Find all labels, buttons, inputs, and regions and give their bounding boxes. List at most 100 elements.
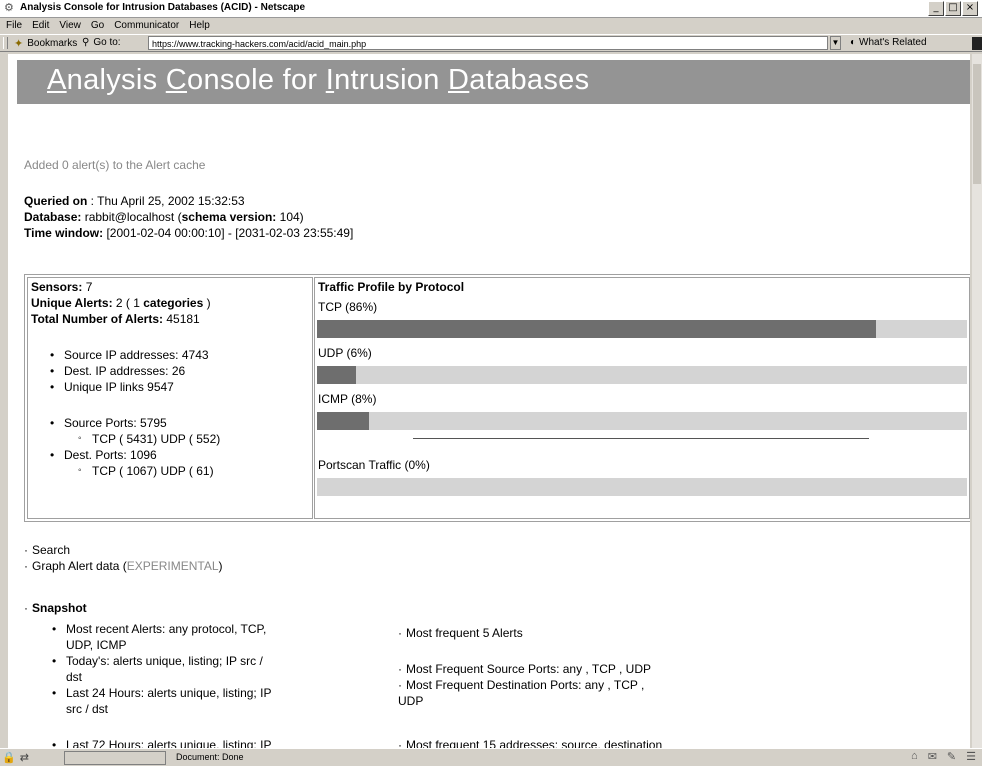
title-part: atabases — [469, 64, 590, 96]
url-dropdown-button[interactable]: ▼ — [830, 36, 841, 50]
address-book-icon[interactable]: ☰ — [966, 750, 976, 763]
schema-value: 104) — [276, 210, 304, 224]
source-ports-protocols[interactable]: TCP ( 5431) UDP ( 552) — [78, 432, 220, 446]
location-toolbar: ✦ Bookmarks ⚲ Go to: https://www.trackin… — [0, 34, 982, 52]
frequent-src-ports-link[interactable]: Most Frequent Source Ports: any , TCP , … — [406, 662, 651, 676]
graph-link-line: · Graph Alert data (EXPERIMENTAL) — [24, 559, 223, 573]
snapshot-today-cont[interactable]: dst — [66, 670, 82, 684]
frequent-addresses-line: · Most frequent 15 addresses: source, des… — [398, 738, 662, 748]
total-alerts-value: 45181 — [163, 312, 200, 326]
portscan-label[interactable]: Portscan Traffic (0%) — [318, 458, 430, 472]
toolbar-end-icon — [972, 37, 982, 50]
snapshot-heading: Snapshot — [32, 601, 87, 615]
categories-link[interactable]: categories — [143, 296, 203, 310]
progress-bar — [64, 751, 166, 765]
bookmarks-label: Bookmarks — [27, 38, 78, 49]
search-link[interactable]: Search — [32, 543, 70, 557]
bullet: · — [24, 601, 28, 615]
title-initial-a: A — [47, 64, 67, 96]
menu-view[interactable]: View — [59, 20, 81, 31]
database-line: Database: rabbit@localhost (schema versi… — [24, 210, 304, 224]
window-controls: _ □ × — [928, 1, 978, 16]
status-text: Document: Done — [176, 752, 244, 762]
mail-icon[interactable]: ✉ — [928, 750, 937, 763]
window-titlebar[interactable]: ⚙ Analysis Console for Intrusion Databas… — [0, 0, 982, 18]
netscape-icon: ⚙ — [4, 2, 14, 14]
dest-ports-link[interactable]: Dest. Ports: 1096 — [50, 448, 157, 462]
total-alerts-label: Total Number of Alerts: — [31, 312, 164, 326]
frequent-dst-ports-cont[interactable]: UDP — [398, 694, 423, 708]
window-left-border — [0, 54, 8, 748]
snapshot-last24[interactable]: Last 24 Hours: alerts unique, listing; I… — [52, 686, 271, 700]
udp-bar — [317, 366, 967, 384]
snapshot-most-recent-cont[interactable]: UDP, ICMP — [66, 638, 126, 652]
unique-alerts-close: ) — [203, 296, 211, 310]
snapshot-last24-cont[interactable]: src / dst — [66, 702, 108, 716]
menu-file[interactable]: File — [6, 20, 22, 31]
bookmarks-icon: ✦ — [14, 38, 24, 50]
maximize-button[interactable]: □ — [945, 1, 961, 16]
frequent-dst-ports-link[interactable]: Most Frequent Destination Ports: any , T… — [406, 678, 644, 692]
status-bar: 🔒 ⇄ Document: Done ⌂ ✉ ✎ ☰ — [0, 748, 982, 766]
source-ip-link[interactable]: Source IP addresses: 4743 — [50, 348, 209, 362]
unique-alerts-line[interactable]: Unique Alerts: 2 ( 1 categories ) — [31, 296, 211, 310]
scrollbar-thumb[interactable] — [973, 64, 981, 184]
unique-ip-links-link[interactable]: Unique IP links 9547 — [50, 380, 174, 394]
title-initial-i: I — [325, 64, 335, 96]
snapshot-most-recent[interactable]: Most recent Alerts: any protocol, TCP, — [52, 622, 266, 636]
snapshot-last72[interactable]: Last 72 Hours: alerts unique, listing; I… — [52, 738, 271, 748]
source-ports-link[interactable]: Source Ports: 5795 — [50, 416, 167, 430]
window-title: Analysis Console for Intrusion Databases… — [20, 2, 306, 13]
udp-bar-fill — [317, 366, 356, 384]
url-field[interactable]: https://www.tracking-hackers.com/acid/ac… — [148, 36, 828, 50]
location-icon: ⚲ — [82, 37, 90, 48]
whats-related-button[interactable]: ◐ What's Related — [850, 37, 927, 48]
queried-value: : Thu April 25, 2002 15:32:53 — [87, 194, 245, 208]
frequent-dst-ports-line: · Most Frequent Destination Ports: any , … — [398, 678, 644, 692]
schema-label: schema version: — [181, 210, 277, 224]
frequent-alerts-link[interactable]: Most frequent 5 Alerts — [406, 626, 523, 640]
page-banner: Analysis Console for Intrusion Databases — [17, 60, 970, 104]
total-alerts-line[interactable]: Total Number of Alerts: 45181 — [31, 312, 200, 326]
database-value: rabbit@localhost ( — [81, 210, 182, 224]
queried-on-line: Queried on : Thu April 25, 2002 15:32:53 — [24, 194, 245, 208]
sensors-value: 7 — [82, 280, 93, 294]
menu-help[interactable]: Help — [189, 20, 210, 31]
bookmarks-button[interactable]: ✦ Bookmarks — [14, 37, 77, 50]
status-icons-left: 🔒 ⇄ — [2, 751, 29, 764]
sensors-label: Sensors: — [31, 280, 83, 294]
page-viewport[interactable]: Analysis Console for Intrusion Databases… — [8, 54, 970, 748]
time-window-value: [2001-02-04 00:00:10] - [2031-02-03 23:5… — [103, 226, 354, 240]
graph-alert-link[interactable]: Graph Alert data — [32, 559, 119, 573]
bullet: · — [398, 626, 402, 640]
udp-label: UDP (6%) — [318, 346, 372, 360]
frequent-addresses-link[interactable]: Most frequent 15 addresses: source, dest… — [406, 738, 662, 748]
unique-alerts-label: Unique Alerts: — [31, 296, 113, 310]
icmp-label: ICMP (8%) — [318, 392, 377, 406]
whats-related-label: What's Related — [859, 37, 927, 48]
snapshot-today[interactable]: Today's: alerts unique, listing; IP src … — [52, 654, 263, 668]
minimize-button[interactable]: _ — [928, 1, 944, 16]
tcp-bar — [317, 320, 967, 338]
queried-label: Queried on — [24, 194, 88, 208]
bullet: · — [398, 662, 402, 676]
menu-communicator[interactable]: Communicator — [114, 20, 179, 31]
sensors-line[interactable]: Sensors: 7 — [31, 280, 92, 294]
page-title: Analysis Console for Intrusion Databases — [47, 64, 589, 97]
composer-icon[interactable]: ✎ — [947, 750, 956, 763]
time-window-line: Time window: [2001-02-04 00:00:10] - [20… — [24, 226, 353, 240]
traffic-profile-title: Traffic Profile by Protocol — [318, 280, 465, 294]
vertical-scrollbar[interactable] — [972, 54, 982, 748]
profile-divider — [413, 438, 869, 439]
menu-edit[interactable]: Edit — [32, 20, 49, 31]
security-lock-icon[interactable]: 🔒 — [2, 751, 16, 764]
navigator-icon[interactable]: ⌂ — [911, 750, 918, 763]
menu-go[interactable]: Go — [91, 20, 104, 31]
close-button[interactable]: × — [962, 1, 978, 16]
dest-ip-link[interactable]: Dest. IP addresses: 26 — [50, 364, 185, 378]
title-part: onsole for — [187, 64, 326, 96]
experimental-tag: EXPERIMENTAL — [126, 559, 219, 573]
toolbar-grip[interactable] — [3, 37, 8, 49]
dest-ports-protocols[interactable]: TCP ( 1067) UDP ( 61) — [78, 464, 214, 478]
goto-area: ⚲ Go to: — [82, 37, 121, 48]
